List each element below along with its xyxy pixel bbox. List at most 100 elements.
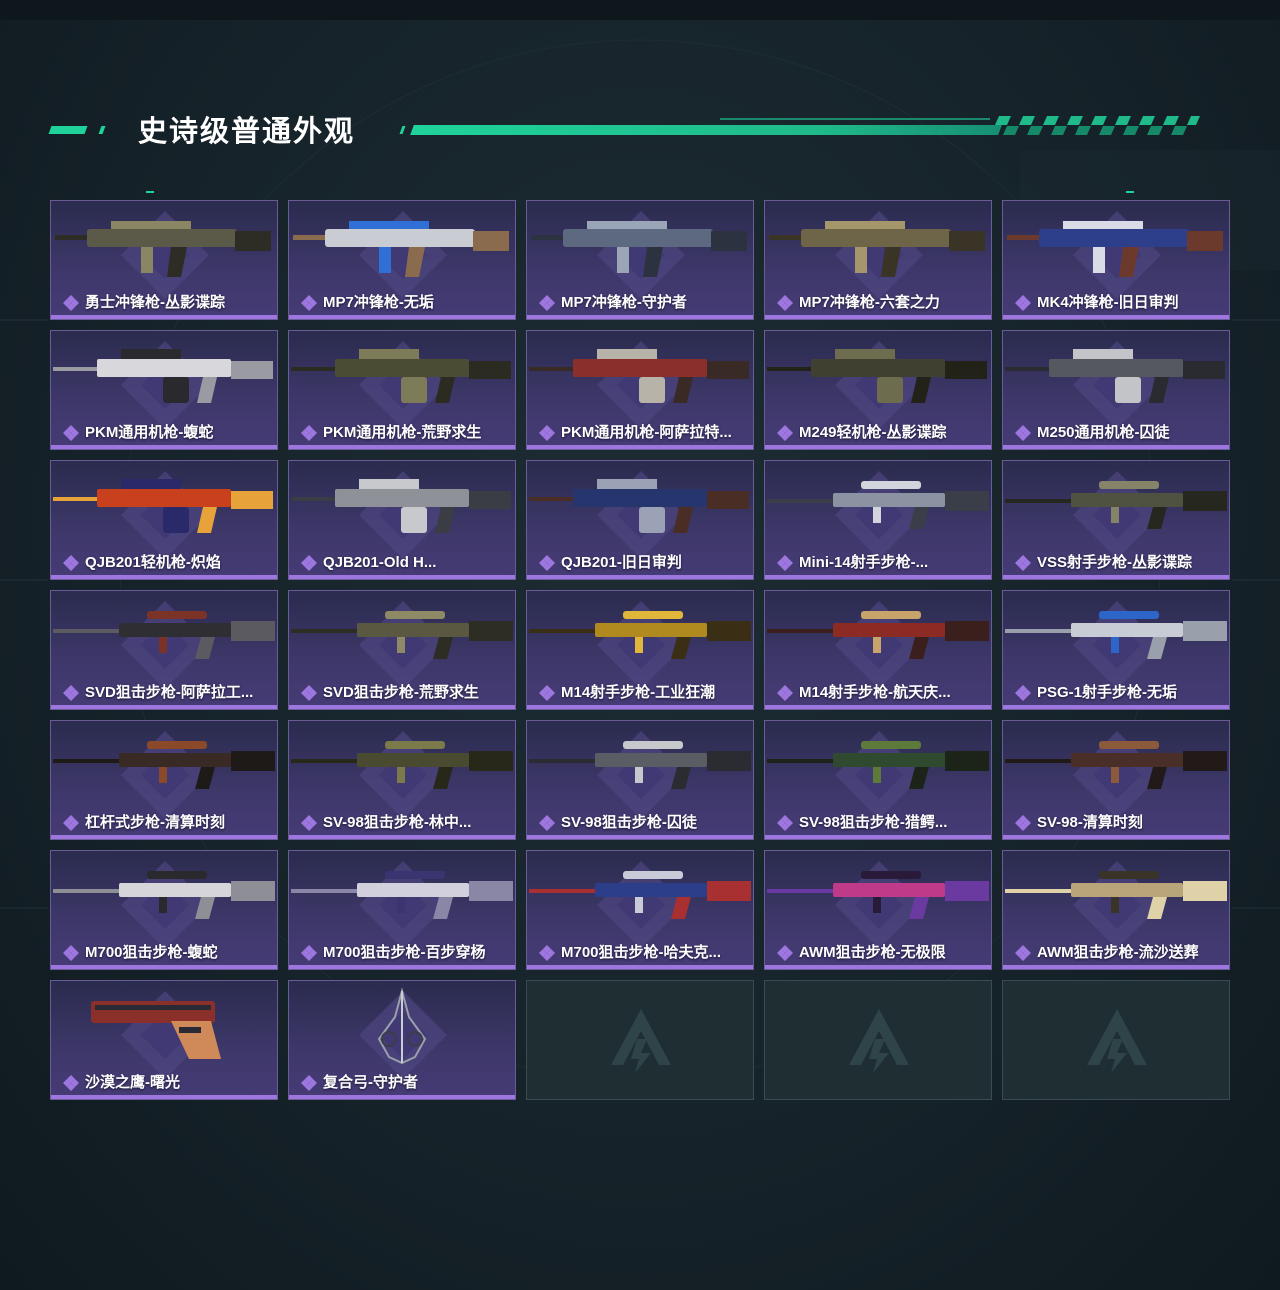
skin-card[interactable]: AWM狙击步枪-流沙送葬 [1002,850,1230,970]
skin-card[interactable]: SV-98狙击步枪-猎鳄... [764,720,992,840]
skin-name: SV-98狙击步枪-猎鳄... [799,814,948,831]
skin-card[interactable]: SV-98狙击步枪-囚徒 [526,720,754,840]
header-accent-bar [48,126,88,134]
section-header: 史诗级普通外观 [0,100,1280,160]
rarity-diamond-icon [63,425,79,441]
skin-card[interactable]: 复合弓-守护者 [288,980,516,1100]
empty-slot [764,980,992,1100]
rifle-gold-icon [529,611,751,659]
sniper-viper-icon [53,871,275,919]
pistol-icon [91,1001,221,1059]
skin-card[interactable]: QJB201-旧日审判 [526,460,754,580]
skin-name: M700狙击步枪-蝮蛇 [85,944,218,961]
rarity-diamond-icon [539,425,555,441]
skin-card[interactable]: MP7冲锋枪-守护者 [526,200,754,320]
skin-card[interactable]: M700狙击步枪-蝮蛇 [50,850,278,970]
skin-name: PSG-1射手步枪-无垢 [1037,684,1178,701]
rarity-diamond-icon [1015,295,1031,311]
skin-card[interactable]: SVD狙击步枪-荒野求生 [288,590,516,710]
skin-card[interactable]: PSG-1射手步枪-无垢 [1002,590,1230,710]
smg-desert-icon [769,221,985,277]
lmg-white-black-icon [53,349,273,403]
lever-rifle-icon [53,741,275,789]
header-checker-pattern [995,116,1200,135]
rarity-diamond-icon [1015,945,1031,961]
skin-name: M700狙击步枪-百步穿杨 [323,944,486,961]
skin-card[interactable]: M14射手步枪-航天庆... [764,590,992,710]
section-title: 史诗级普通外观 [138,116,356,148]
skin-card[interactable]: PKM通用机枪-阿萨拉特... [526,330,754,450]
skin-card[interactable]: QJB201轻机枪-炽焰 [50,460,278,580]
skin-card[interactable]: 沙漠之鹰-曙光 [50,980,278,1100]
rifle-silver-icon [767,481,989,529]
grid-corner-tick-right [1126,191,1134,193]
skin-card[interactable]: M14射手步枪-工业狂潮 [526,590,754,710]
rarity-diamond-icon [1015,685,1031,701]
lmg-olive-icon [291,349,511,403]
rarity-diamond-icon [301,555,317,571]
game-logo-icon [1087,1009,1147,1073]
rifle-camo-icon [1005,481,1227,529]
skin-name: SV-98狙击步枪-囚徒 [561,814,697,831]
header-divider-line [410,125,1002,135]
skin-name: MP7冲锋枪-无垢 [323,294,434,311]
skin-card[interactable]: MK4冲锋枪-旧日审判 [1002,200,1230,320]
rarity-diamond-icon [777,555,793,571]
rarity-diamond-icon [301,685,317,701]
rarity-diamond-icon [63,295,79,311]
skin-name: SV-98狙击步枪-林中... [323,814,472,831]
smg-camo-icon [55,221,271,277]
skin-card[interactable]: MP7冲锋枪-六套之力 [764,200,992,320]
rifle-red-icon [767,611,989,659]
skin-name: PKM通用机枪-荒野求生 [323,424,482,441]
skin-grid: 勇士冲锋枪-丛影谍踪 MP7冲锋枪-无垢 MP7冲锋枪-守护者 MP7冲锋枪-六… [50,200,1230,1100]
rarity-diamond-icon [301,1075,317,1091]
rarity-diamond-icon [777,425,793,441]
lmg-camo-icon [767,349,987,403]
rarity-diamond-icon [63,815,79,831]
skin-card[interactable]: QJB201-Old H... [288,460,516,580]
skin-name: M14射手步枪-航天庆... [799,684,951,701]
skin-card[interactable]: PKM通用机枪-荒野求生 [288,330,516,450]
skin-card[interactable]: M700狙击步枪-哈夫克... [526,850,754,970]
skin-card[interactable]: M249轻机枪-丛影谍踪 [764,330,992,450]
skin-name: QJB201轻机枪-炽焰 [85,554,221,571]
skin-name: MP7冲锋枪-守护者 [561,294,687,311]
lmg-navy-icon [529,479,749,533]
smg-white-blue-icon [293,221,509,277]
lmg-red-icon [529,349,749,403]
rarity-diamond-icon [63,1075,79,1091]
grid-corner-tick-left [146,191,154,193]
rarity-diamond-icon [777,815,793,831]
skin-card[interactable]: MP7冲锋枪-无垢 [288,200,516,320]
rarity-diamond-icon [539,685,555,701]
skin-card[interactable]: M700狙击步枪-百步穿杨 [288,850,516,970]
skin-card[interactable]: SVD狙击步枪-阿萨拉工... [50,590,278,710]
skin-name: M14射手步枪-工业狂潮 [561,684,716,701]
skin-name: 勇士冲锋枪-丛影谍踪 [85,294,225,311]
rarity-diamond-icon [539,815,555,831]
rarity-diamond-icon [1015,425,1031,441]
skin-name: M700狙击步枪-哈夫克... [561,944,722,961]
skin-card[interactable]: 勇士冲锋枪-丛影谍踪 [50,200,278,320]
sniper-grey-icon [529,741,751,789]
skin-name: PKM通用机枪-阿萨拉特... [561,424,732,441]
skin-card[interactable]: SV-98狙击步枪-林中... [288,720,516,840]
header-accent-tick-right [399,126,406,134]
skin-name: QJB201-旧日审判 [561,554,682,571]
skin-card[interactable]: AWM狙击步枪-无极限 [764,850,992,970]
rarity-diamond-icon [777,295,793,311]
skin-card[interactable]: PKM通用机枪-蝮蛇 [50,330,278,450]
sniper-olive-icon [291,611,513,659]
skin-name: QJB201-Old H... [323,554,437,571]
compound-bow-icon [377,987,427,1065]
rarity-diamond-icon [63,685,79,701]
smg-blue-white-icon [1007,221,1223,277]
skin-card[interactable]: Mini-14射手步枪-... [764,460,992,580]
skin-card[interactable]: VSS射手步枪-丛影谍踪 [1002,460,1230,580]
skin-card[interactable]: SV-98-清算时刻 [1002,720,1230,840]
top-band [0,0,1280,20]
skin-card[interactable]: M250通用机枪-囚徒 [1002,330,1230,450]
skin-card[interactable]: 杠杆式步枪-清算时刻 [50,720,278,840]
skin-name: PKM通用机枪-蝮蛇 [85,424,214,441]
